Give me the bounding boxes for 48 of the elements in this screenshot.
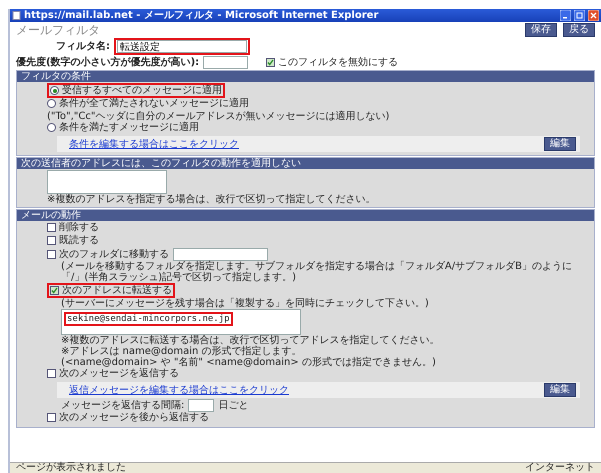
minimize-icon[interactable] <box>560 10 571 21</box>
edit-button[interactable]: 編集 <box>544 383 576 397</box>
toolbar-button[interactable]: 戻る <box>563 23 595 37</box>
checkbox[interactable] <box>266 58 276 67</box>
filter-name-field[interactable]: 転送設定 <box>117 40 247 53</box>
address-note: ※アドレスは name@domain の形式で指定します。 <box>60 346 303 357</box>
window-title: https://mail.lab.net - メールフィルタ - Microsoft Internet Explorer <box>24 10 380 21</box>
close-icon[interactable] <box>588 10 599 21</box>
option-label: 既読する <box>59 235 99 246</box>
checkbox[interactable] <box>47 413 56 422</box>
edit-condition-link[interactable]: 条件を編集する場合はここをクリック <box>69 138 239 150</box>
status-text: ページが表示されました <box>16 463 126 473</box>
edit-button[interactable]: 編集 <box>544 137 576 151</box>
page-title: メールフィルタ <box>16 24 100 36</box>
condition-note: ("To","Cc"ヘッダに自分のメールアドレスが無いメッセージには適用しない) <box>47 111 390 122</box>
priority-label: 優先度(数字の小さい方が優先度が高い): <box>16 57 200 68</box>
folder-note: (メールを移動するフォルダを指定します。サブフォルダを指定する場合は「フォルダA/サブフォルダB」のように「/」(半角スラッシュ)記号で区切って指定します。) <box>60 261 573 283</box>
zone-text: インターネット <box>525 463 595 473</box>
priority-field[interactable] <box>203 56 248 69</box>
address-textarea[interactable]: sekine@sendai-mincorpors.ne.jp <box>61 309 301 335</box>
checkbox[interactable] <box>47 236 56 245</box>
edit-reply-link[interactable]: 返信メッセージを編集する場合はここをクリック <box>69 384 289 396</box>
section-header: 次の送信者のアドレスには、このフィルタの動作を適用しない <box>17 158 594 169</box>
address-value: sekine@sendai-mincorpors.ne.jp <box>67 314 230 324</box>
interval-field[interactable] <box>188 399 214 412</box>
checkbox[interactable] <box>47 369 56 378</box>
section-header: メールの動作 <box>17 210 594 221</box>
checkbox[interactable] <box>47 250 56 259</box>
address-note: ※複数のアドレスに転送する場合は、改行で区切ってアドレスを指定してください。 <box>60 335 440 346</box>
checkbox-label[interactable]: 削除する <box>47 222 99 233</box>
radio-button[interactable] <box>50 86 59 95</box>
interval-unit: 日ごと <box>218 400 248 411</box>
exclusion-note: ※複数のアドレスを指定する場合は、改行で区切って指定してください。 <box>47 194 376 205</box>
page-icon <box>12 11 21 20</box>
checkbox[interactable] <box>47 223 56 232</box>
checkbox-label[interactable]: 既読する <box>47 235 99 246</box>
checkbox[interactable] <box>50 286 59 295</box>
option-label: 削除する <box>59 222 99 233</box>
radio-button[interactable] <box>47 123 56 132</box>
address-note: (<name@domain> や "名前" <name@domain> の形式では指定できません。) <box>60 357 437 368</box>
maximize-icon[interactable] <box>574 10 585 21</box>
section-header: フィルタの条件 <box>17 71 594 82</box>
interval-label: メッセージを返信する間隔: <box>61 400 184 411</box>
folder-field[interactable] <box>173 248 268 261</box>
radio-button[interactable] <box>47 99 56 108</box>
forward-note: (サーバーにメッセージを残す場合は「複製する」を同時にチェックして下さい。) <box>60 298 430 309</box>
filter-name-label: フィルタ名: <box>56 41 110 52</box>
toolbar-button[interactable]: 保存 <box>525 23 557 37</box>
